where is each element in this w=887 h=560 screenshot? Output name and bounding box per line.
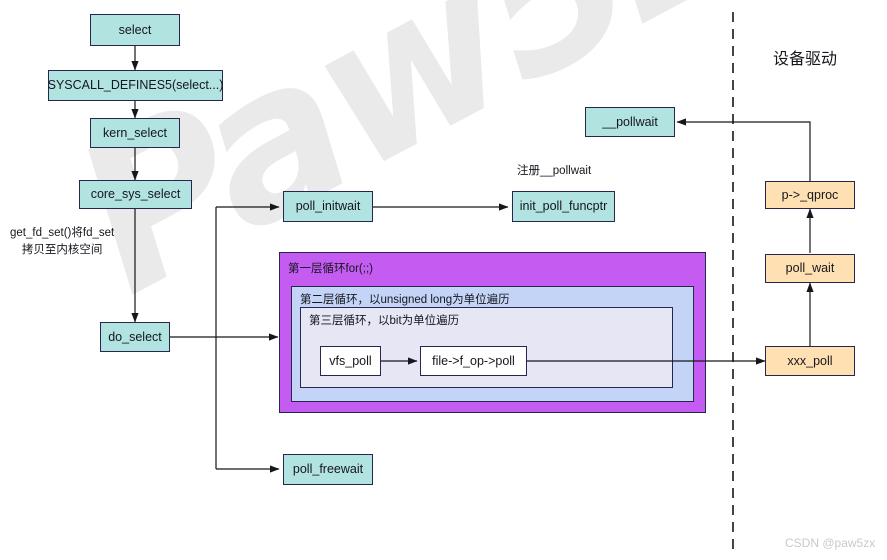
flowchart-canvas: Paw5zx select SYSCALL_DEFINES5(select...… <box>0 0 887 560</box>
node-xxx-poll[interactable]: xxx_poll <box>765 346 855 376</box>
node-poll-wait[interactable]: poll_wait <box>765 254 855 283</box>
node-poll-freewait[interactable]: poll_freewait <box>283 454 373 485</box>
note-fd-set-copy-line2: 拷贝至内核空间 <box>21 243 103 256</box>
node-do-select[interactable]: do_select <box>100 322 170 352</box>
note-register-pollwait: 注册__pollwait <box>517 165 592 177</box>
node-pollwait[interactable]: __pollwait <box>585 107 675 137</box>
node-file-f-op-poll[interactable]: file->f_op->poll <box>420 346 527 376</box>
credit-watermark: CSDN @paw5zx <box>785 536 876 550</box>
edge-p-qproc-to-pollwait <box>676 118 811 181</box>
section-title-device-driver: 设备驱动 <box>773 51 838 68</box>
node-init-poll-funcptr[interactable]: init_poll_funcptr <box>512 191 615 222</box>
note-fd-set-copy: get_fd_set()将fd_set 拷贝至内核空间 <box>10 225 114 258</box>
node-select[interactable]: select <box>90 14 180 46</box>
node-core-sys-select[interactable]: core_sys_select <box>79 180 192 209</box>
node-poll-initwait[interactable]: poll_initwait <box>283 191 373 222</box>
node-p-qproc[interactable]: p->_qproc <box>765 181 855 209</box>
node-kern-select[interactable]: kern_select <box>90 118 180 148</box>
note-fd-set-copy-line1: get_fd_set()将fd_set <box>10 227 115 239</box>
node-vfs-poll[interactable]: vfs_poll <box>320 346 381 376</box>
node-syscall-defines5[interactable]: SYSCALL_DEFINES5(select...) <box>48 70 223 101</box>
